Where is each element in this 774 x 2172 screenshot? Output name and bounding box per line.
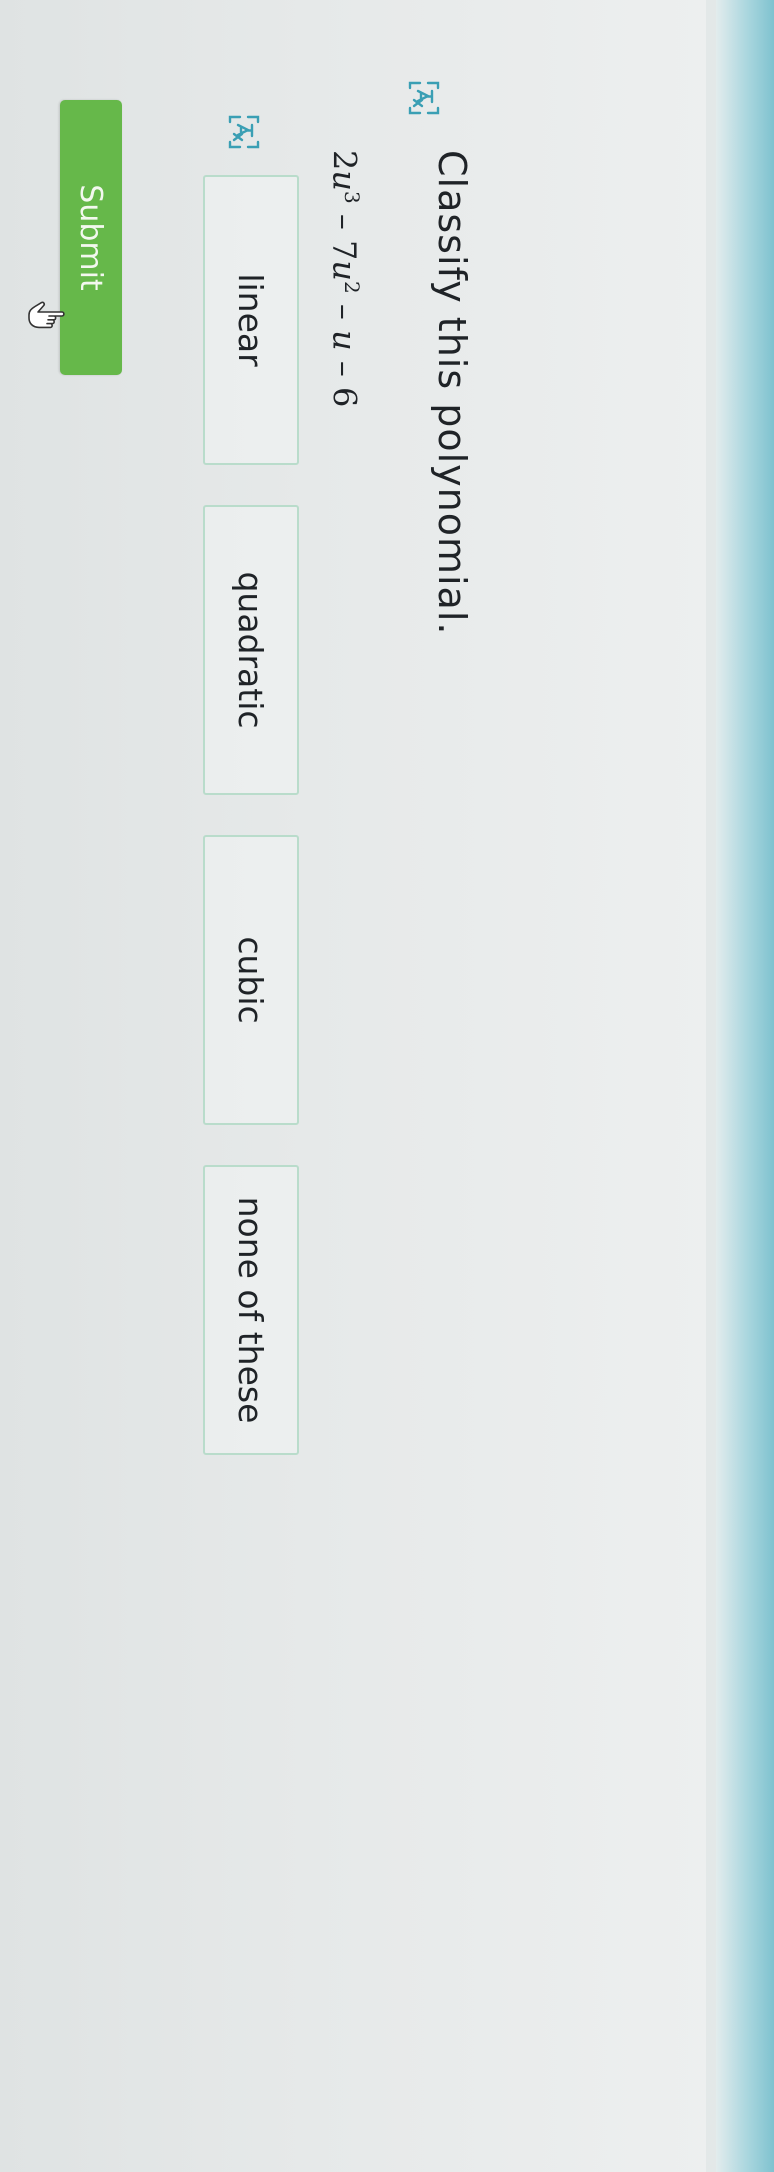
translate-icon[interactable]	[404, 78, 444, 118]
choice-cubic[interactable]: cubic	[203, 835, 299, 1125]
operator: –	[325, 293, 364, 331]
screen: Classify this polynomial. 2u3 – 7u2 – u …	[0, 0, 774, 2172]
exponent: 3	[340, 190, 364, 204]
polynomial-expression: 2u3 – 7u2 – u – 6	[325, 150, 364, 407]
choice-quadratic[interactable]: quadratic	[203, 505, 299, 795]
coefficient: 2	[325, 150, 364, 171]
choice-linear[interactable]: linear	[203, 175, 299, 465]
variable: u	[325, 260, 364, 282]
term: – 6	[325, 350, 364, 408]
choice-none-of-these[interactable]: none of these	[203, 1165, 299, 1455]
exponent: 2	[340, 281, 364, 294]
top-band	[716, 0, 774, 2172]
variable: u	[325, 170, 364, 191]
variable: u	[325, 330, 364, 351]
header-strip	[706, 0, 716, 2172]
hand-pointer-icon	[26, 300, 66, 334]
term: – 7	[325, 203, 364, 261]
submit-button[interactable]: Submit	[60, 100, 122, 375]
translate-icon[interactable]	[224, 112, 264, 152]
question-prompt: Classify this polynomial.	[430, 150, 474, 636]
